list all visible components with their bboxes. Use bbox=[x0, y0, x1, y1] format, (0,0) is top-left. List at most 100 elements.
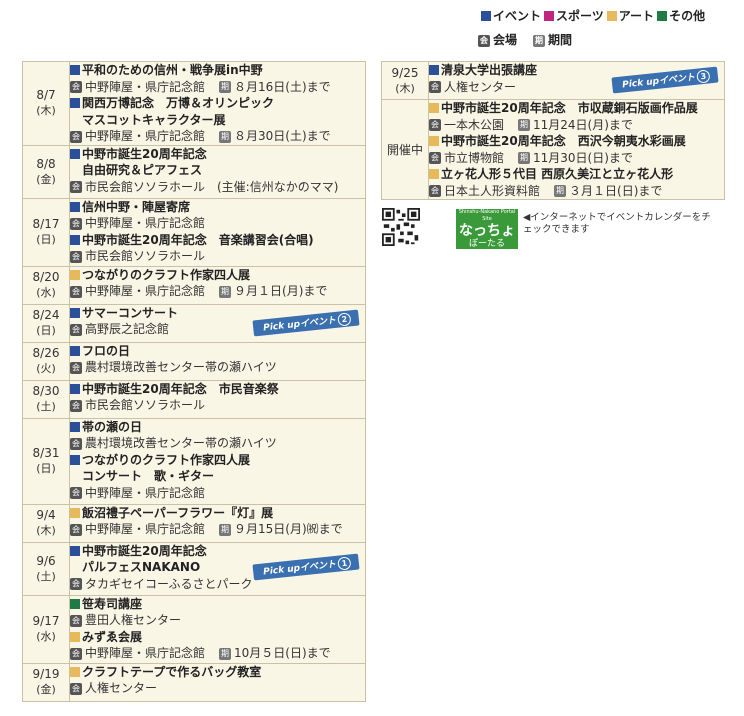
event-venue: 農村環境改善センター帯の瀬ハイツ bbox=[85, 360, 277, 374]
category-square-icon bbox=[70, 65, 80, 75]
event-title-text: 中野市誕生20周年記念 市民音楽祭 bbox=[82, 381, 279, 396]
date-cell: 8/20 (水) bbox=[22, 265, 70, 305]
event-venue: 市民会館ソソラホール bbox=[85, 249, 206, 263]
event-venue: タカギセイコーふるさとパーク bbox=[85, 576, 253, 591]
weekday-label: (日) bbox=[36, 233, 56, 246]
event-title[interactable]: 笹寿司講座 bbox=[70, 596, 365, 613]
calendar-row: 開催中 中野市誕生20周年記念 市収蔵銅石版画作品展会一本木公園期 11月24日(月… bbox=[381, 99, 725, 200]
event-title-text: サマーコンサート bbox=[82, 305, 179, 320]
event-title[interactable]: つながりのクラフト作家四人展 bbox=[70, 267, 365, 284]
category-square-icon bbox=[429, 169, 439, 179]
event-title[interactable]: 関西万博記念 万博＆オリンピック bbox=[70, 95, 365, 112]
venue-icon: 会 bbox=[70, 250, 82, 263]
nacchyo-portal-logo[interactable]: Shinshu-Nakano Portal Site なっちょ ぽーたる bbox=[456, 209, 518, 249]
category-square-icon bbox=[70, 148, 80, 159]
event-title[interactable]: 帯の瀬の日 bbox=[70, 419, 365, 436]
event-title[interactable]: 信州中野・陣屋寄席 bbox=[70, 199, 365, 216]
date-label: 8/26 bbox=[32, 346, 60, 360]
event-title-text: 清泉大学出張講座 bbox=[441, 63, 538, 77]
venue-icon: 会 bbox=[429, 152, 441, 164]
event-title[interactable]: つながりのクラフト作家四人展 bbox=[70, 452, 365, 469]
qr-code-icon[interactable] bbox=[382, 208, 420, 246]
event-title[interactable]: 立ヶ花人形５代目 西原久美江と立ヶ花人形 bbox=[429, 166, 724, 183]
legend-art: アート bbox=[618, 9, 655, 23]
event-venue: 中野陣屋・県庁記念館 bbox=[85, 284, 206, 298]
event-period: 11月24日(月)まで bbox=[533, 117, 633, 132]
date-label: 8/30 bbox=[32, 384, 60, 398]
logo-sub-text: ぽーたる bbox=[468, 239, 505, 249]
period-icon: 期 bbox=[219, 647, 232, 660]
event-calendar-left: 8/7 (木) 平和のための信州・戦争展in中野会中野陣屋・県庁記念館期 ８月16日(… bbox=[22, 61, 366, 702]
date-label: 開催中 bbox=[386, 142, 423, 157]
legend-event: イベント bbox=[493, 9, 542, 23]
date-cell: 9/6 (土) bbox=[22, 541, 70, 596]
period-icon: 期 bbox=[219, 285, 232, 298]
pickup-number: 3 bbox=[696, 69, 711, 84]
category-square-icon bbox=[70, 666, 80, 677]
event-title[interactable]: 飯沼禮子ペーパーフラワー『灯』展 bbox=[70, 505, 365, 522]
weekday-label: (木) bbox=[395, 81, 415, 95]
date-cell: 9/17 (水) bbox=[22, 594, 70, 664]
event-venue-row: 会一本木公園 期 11月24日(月)まで bbox=[429, 117, 724, 134]
pickup-number: 1 bbox=[337, 555, 352, 571]
date-cell: 8/31 (日) bbox=[22, 417, 70, 505]
date-label: 8/8 bbox=[36, 156, 56, 171]
event-venue: 日本土人形資料館 bbox=[444, 183, 541, 198]
venue-icon: 会 bbox=[478, 34, 490, 47]
icon-legend: 会会場 期期間 bbox=[478, 31, 572, 48]
event-venue: 人権センター bbox=[85, 681, 158, 695]
event-venue-row: 会中野陣屋・県庁記念館期 ９月15日(月)㈷まで bbox=[70, 521, 365, 538]
weekday-label: (水) bbox=[36, 630, 56, 643]
events-cell: 笹寿司講座会豊田人権センター みずゑ会展会中野陣屋・県庁記念館期 10月５日(日)ま… bbox=[69, 594, 366, 664]
weekday-label: (木) bbox=[36, 104, 56, 118]
events-cell: つながりのクラフト作家四人展会中野陣屋・県庁記念館期 ９月１日(月)まで bbox=[69, 265, 366, 305]
event-title-text: 中野市誕生20周年記念 音楽講習会(合唱) bbox=[82, 232, 314, 247]
venue-icon: 会 bbox=[70, 361, 82, 374]
calendar-row: 8/7 (木) 平和のための信州・戦争展in中野会中野陣屋・県庁記念館期 ８月16日(… bbox=[22, 61, 366, 146]
period-legend-label: 期間 bbox=[548, 33, 573, 47]
date-label: 9/6 bbox=[36, 553, 56, 568]
event-title[interactable]: 中野市誕生20周年記念 bbox=[70, 146, 365, 163]
event-title[interactable]: クラフトテープで作るバッグ教室 bbox=[70, 664, 365, 681]
event-title[interactable]: みずゑ会展 bbox=[70, 629, 365, 646]
event-title-text: つながりのクラフト作家四人展 bbox=[82, 267, 251, 282]
event-title[interactable]: 中野市誕生20周年記念 市収蔵銅石版画作品展 bbox=[429, 100, 724, 117]
event-title[interactable]: 中野市誕生20周年記念 音楽講習会(合唱) bbox=[70, 232, 365, 249]
calendar-row: 8/20 (水) つながりのクラフト作家四人展会中野陣屋・県庁記念館期 ９月１日(月)… bbox=[22, 265, 366, 305]
venue-icon: 会 bbox=[429, 119, 441, 131]
period-icon: 期 bbox=[219, 523, 232, 536]
date-cell: 8/8 (金) bbox=[22, 144, 70, 199]
event-title[interactable]: 平和のための信州・戦争展in中野 bbox=[70, 62, 365, 79]
events-cell: 帯の瀬の日会農村環境改善センター帯の瀬ハイツ つながりのクラフト作家四人展 コンサー… bbox=[69, 417, 366, 505]
event-title[interactable]: 中野市誕生20周年記念 西沢今朝夷水彩画展 bbox=[429, 133, 724, 150]
date-label: 8/17 bbox=[32, 217, 60, 231]
calendar-row: 8/30 (土) 中野市誕生20周年記念 市民音楽祭会市民会館ソソラホール bbox=[22, 379, 366, 419]
legend-swatch-art bbox=[606, 10, 617, 21]
event-title[interactable]: 自由研究＆ピアフェス bbox=[70, 162, 365, 179]
period-icon: 期 bbox=[219, 130, 232, 143]
venue-icon: 会 bbox=[70, 217, 82, 230]
event-venue-row: 会中野陣屋・県庁記念館 期 ８月16日(土)まで bbox=[70, 79, 365, 96]
event-title[interactable]: 中野市誕生20周年記念 市民音楽祭 bbox=[70, 381, 365, 398]
category-square-icon bbox=[70, 383, 80, 394]
calendar-row: 9/25 (木) 清泉大学出張講座会人権センター Pick upイベント 3 bbox=[381, 61, 725, 100]
event-venue-row: 会農村環境改善センター帯の瀬ハイツ bbox=[70, 359, 365, 376]
date-label: 9/25 bbox=[391, 65, 419, 80]
event-venue: 高野辰之記念館 bbox=[85, 322, 170, 336]
venue-icon: 会 bbox=[70, 81, 82, 93]
event-venue-row: 会市民会館ソソラホール (主催:信州なかのママ) bbox=[70, 179, 365, 196]
period-icon: 期 bbox=[554, 185, 567, 197]
category-square-icon bbox=[70, 507, 80, 518]
weekday-label: (金) bbox=[36, 683, 56, 696]
event-venue-row: 会日本土人形資料館 期 ３月１日(日)まで bbox=[429, 183, 724, 200]
category-square-icon bbox=[70, 307, 80, 318]
date-label: 8/7 bbox=[36, 88, 56, 103]
legend-sports: スポーツ bbox=[556, 9, 604, 23]
event-title[interactable]: フロの日 bbox=[70, 343, 365, 360]
event-period: ９月１日(月)まで bbox=[234, 284, 328, 298]
calendar-row: 8/17 (日) 信州中野・陣屋寄席会中野陣屋・県庁記念館 中野市誕生20周年記念 音… bbox=[22, 197, 366, 267]
venue-icon: 会 bbox=[70, 523, 82, 536]
venue-icon: 会 bbox=[70, 647, 82, 660]
event-title[interactable]: マスコットキャラクター展 bbox=[70, 112, 365, 129]
event-title[interactable]: コンサート 歌・ギター bbox=[70, 468, 365, 485]
